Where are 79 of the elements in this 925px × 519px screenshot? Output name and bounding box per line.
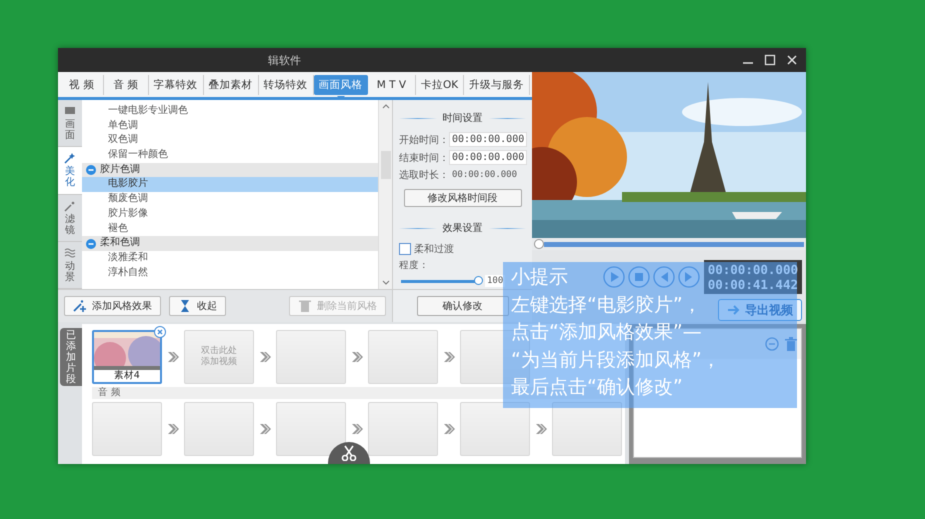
wand-icon	[64, 200, 76, 212]
tip-title: 小提示	[511, 265, 568, 290]
field-label: 选取时长：	[399, 168, 449, 182]
tab[interactable]: 字幕特效	[148, 74, 204, 94]
tab[interactable]: 叠加素材	[204, 74, 259, 94]
slider-value: 100	[485, 275, 506, 287]
list-group-header[interactable]: 胶片色调	[82, 162, 378, 178]
list-item[interactable]: 褪色	[82, 222, 378, 236]
trash-icon[interactable]	[785, 337, 797, 351]
tab[interactable]: M T V	[368, 74, 416, 94]
time-field[interactable]: 00:00:00.000	[449, 150, 528, 165]
chevron-icon	[258, 351, 271, 363]
collapse-button[interactable]: 收起	[169, 296, 226, 316]
list-item[interactable]: 淳朴自然	[82, 266, 378, 280]
total-time: 00:00:41.442	[708, 277, 798, 292]
list-item[interactable]: 淡雅柔和	[82, 250, 378, 266]
tip-text: “为当前片段添加风格”，	[511, 348, 721, 372]
scroll-up-icon[interactable]	[382, 103, 390, 109]
scrollbar-thumb[interactable]	[380, 150, 390, 179]
previous-frame-icon[interactable]	[652, 266, 675, 288]
maximize-icon[interactable]	[764, 54, 776, 66]
list-item[interactable]: 一键电影专业调色	[82, 104, 378, 119]
chevron-icon	[166, 351, 179, 363]
time-field[interactable]: 00:00:00.000	[449, 132, 528, 147]
next-frame-icon[interactable]	[678, 266, 700, 288]
chevron-icon	[442, 423, 455, 435]
stop-icon[interactable]	[628, 266, 650, 288]
arrow-icon	[727, 304, 741, 316]
field-label: 开始时间：	[399, 134, 449, 146]
chevron-icon	[534, 423, 547, 435]
section-heading: 时间设置	[442, 112, 482, 125]
magic-wand-icon	[64, 152, 76, 164]
chevron-icon	[258, 423, 271, 435]
collapse-icon[interactable]	[86, 238, 96, 249]
add-style-button[interactable]: 添加风格效果	[64, 296, 161, 316]
tab[interactable]: 卡拉OK	[416, 74, 464, 94]
duration-value: 00:00:00.000	[451, 170, 518, 180]
list-item[interactable]: 保留一种颜色	[82, 148, 378, 163]
chevron-icon	[350, 351, 363, 363]
confirm-button[interactable]: 确认修改	[416, 296, 508, 316]
remove-icon[interactable]	[154, 326, 166, 338]
trash-icon	[298, 299, 312, 314]
chevron-icon	[442, 351, 455, 363]
chevron-icon	[166, 423, 179, 435]
scroll-down-icon[interactable]	[382, 280, 390, 286]
tab[interactable]: 音 频	[104, 74, 149, 94]
slider-handle[interactable]	[474, 276, 483, 284]
edit-time-button[interactable]: 修改风格时间段	[404, 189, 522, 207]
slot-placeholder: 双击此处添加视频	[200, 346, 238, 368]
collapse-icon[interactable]	[86, 165, 96, 176]
hourglass-icon	[178, 299, 192, 314]
list-item[interactable]: 颓废色调	[82, 192, 378, 207]
scissors-icon	[341, 445, 357, 461]
remove-circle-icon[interactable]	[765, 337, 779, 351]
list-group-header[interactable]: 柔和色调	[82, 236, 378, 251]
tab[interactable]: 视 频	[60, 74, 104, 94]
side-tab[interactable]: 美化	[58, 147, 82, 195]
window-title: 辑软件	[268, 52, 302, 68]
checkbox-label: 柔和过渡	[414, 242, 454, 256]
field-label: 程度：	[399, 259, 430, 272]
close-icon[interactable]	[786, 54, 798, 66]
section-heading: 效果设置	[442, 222, 482, 235]
progress-track[interactable]	[544, 242, 804, 247]
list-item[interactable]: 电影胶片	[82, 177, 378, 192]
empty-slot[interactable]	[276, 402, 346, 456]
chevron-icon	[350, 423, 363, 435]
tab[interactable]: 升级与服务	[464, 74, 530, 94]
list-item[interactable]: 双色调	[82, 133, 378, 148]
clips-tab[interactable]: 已添加片段	[60, 328, 82, 386]
magic-wand-plus-icon	[73, 299, 87, 314]
tip-text: 左键选择“电影胶片”，	[511, 292, 702, 318]
progress-handle[interactable]	[534, 239, 544, 250]
list-item[interactable]: 胶片影像	[82, 206, 378, 222]
play-icon[interactable]	[602, 266, 625, 288]
field-label: 结束时间：	[399, 152, 449, 164]
list-item[interactable]: 单色调	[82, 118, 378, 134]
waves-icon	[64, 246, 76, 259]
tip-text: 点击“添加风格效果”—	[511, 320, 702, 345]
checkbox[interactable]	[399, 243, 411, 255]
